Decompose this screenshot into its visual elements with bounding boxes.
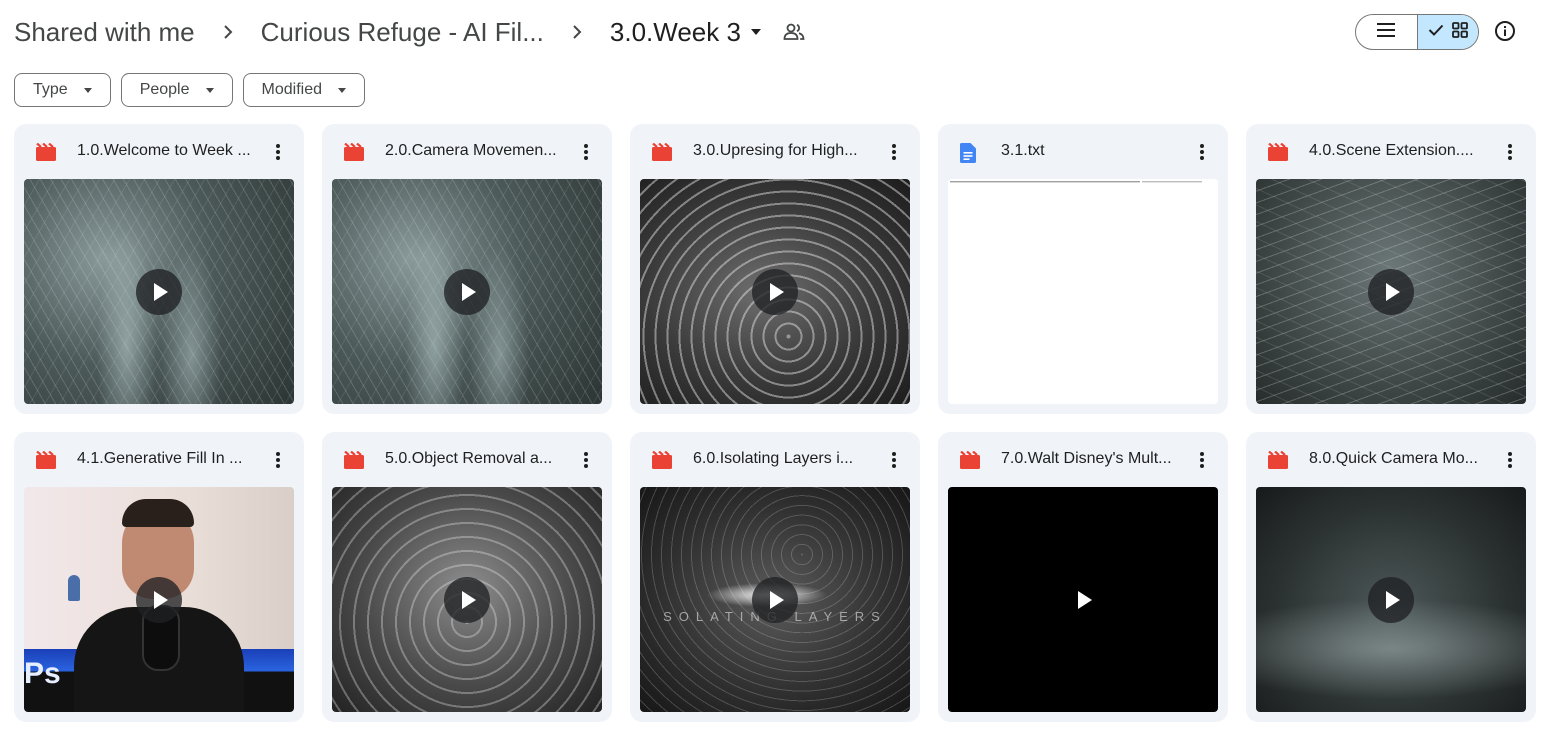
file-name: 7.0.Walt Disney's Mult... [1001, 450, 1172, 467]
video-file-icon [344, 450, 364, 469]
folder-menu-caret-icon[interactable] [750, 29, 761, 35]
video-file-icon [960, 450, 980, 469]
play-icon[interactable] [444, 576, 490, 623]
more-vert-icon[interactable] [266, 448, 290, 472]
filter-people-chip[interactable]: People [120, 73, 233, 107]
list-view-button[interactable] [1356, 15, 1417, 49]
file-card[interactable]: 3.1.txt [938, 124, 1228, 414]
grid-view-icon [1451, 21, 1468, 43]
file-card[interactable]: 5.0.Object Removal a... [322, 432, 612, 722]
more-vert-icon[interactable] [266, 140, 290, 164]
check-icon [1428, 23, 1444, 41]
filter-type-label: Type [33, 81, 68, 98]
document-text-lines [950, 181, 1202, 183]
more-vert-icon[interactable] [1498, 140, 1522, 164]
file-card[interactable]: 6.0.Isolating Layers i... SOLATING LAYER… [630, 432, 920, 722]
video-file-icon [1268, 142, 1288, 161]
more-vert-icon[interactable] [574, 140, 598, 164]
file-card[interactable]: 7.0.Walt Disney's Mult... [938, 432, 1228, 722]
shared-people-icon[interactable] [783, 22, 805, 42]
file-name: 4.0.Scene Extension.... [1309, 142, 1474, 159]
video-thumbnail[interactable] [332, 487, 602, 712]
play-icon[interactable] [1368, 576, 1414, 623]
info-icon[interactable] [1493, 19, 1517, 43]
video-file-icon [36, 450, 56, 469]
video-thumbnail[interactable]: SOLATING LAYERS [640, 487, 910, 712]
video-file-icon [344, 142, 364, 161]
person-hair [122, 499, 194, 527]
file-name: 3.1.txt [1001, 142, 1045, 159]
file-name: 8.0.Quick Camera Mo... [1309, 450, 1478, 467]
view-toggle [1355, 14, 1479, 50]
file-name: 4.1.Generative Fill In ... [77, 450, 243, 467]
play-icon[interactable] [1368, 268, 1414, 315]
play-icon[interactable] [752, 268, 798, 315]
grid-view-button[interactable] [1416, 15, 1478, 49]
chevron-right-icon [570, 25, 584, 39]
filter-modified-chip[interactable]: Modified [242, 73, 365, 107]
file-card[interactable]: 3.0.Upresing for High... [630, 124, 920, 414]
file-name: 3.0.Upresing for High... [693, 142, 858, 159]
filter-modified-label: Modified [261, 81, 322, 98]
file-name: 1.0.Welcome to Week ... [77, 142, 251, 159]
filter-people-label: People [139, 81, 190, 98]
play-icon[interactable] [136, 268, 182, 315]
file-card[interactable]: 4.0.Scene Extension.... [1246, 124, 1536, 414]
list-view-icon [1377, 22, 1396, 42]
file-name: 5.0.Object Removal a... [385, 450, 553, 467]
more-vert-icon[interactable] [574, 448, 598, 472]
video-thumbnail[interactable] [1256, 179, 1526, 404]
video-file-icon [1268, 450, 1288, 469]
file-name: 2.0.Camera Movemen... [385, 142, 557, 159]
filter-type-chip[interactable]: Type [14, 73, 111, 107]
play-icon[interactable] [1060, 577, 1106, 623]
video-thumbnail[interactable]: Ps [24, 487, 294, 712]
file-card[interactable]: 4.1.Generative Fill In ... Ps [14, 432, 304, 722]
file-card[interactable]: 8.0.Quick Camera Mo... [1246, 432, 1536, 722]
breadcrumb-shared-with-me[interactable]: Shared with me [14, 17, 195, 48]
file-grid: 1.0.Welcome to Week ... 2.0.Camera Movem… [14, 124, 1536, 722]
video-file-icon [652, 142, 672, 161]
chevron-right-icon [221, 25, 235, 39]
photoshop-logo: Ps [24, 657, 61, 690]
document-file-icon [960, 143, 980, 163]
file-name: 6.0.Isolating Layers i... [693, 450, 854, 467]
video-file-icon [36, 142, 56, 161]
video-thumbnail[interactable] [332, 179, 602, 404]
breadcrumb: Shared with me Curious Refuge - AI Fil..… [14, 12, 805, 52]
play-icon[interactable] [136, 576, 182, 623]
filter-chips: Type People Modified [14, 73, 365, 107]
file-card[interactable]: 2.0.Camera Movemen... [322, 124, 612, 414]
more-vert-icon[interactable] [882, 140, 906, 164]
video-file-icon [652, 450, 672, 469]
figurine [68, 575, 80, 601]
play-icon[interactable] [444, 268, 490, 315]
more-vert-icon[interactable] [882, 448, 906, 472]
video-thumbnail[interactable] [24, 179, 294, 404]
more-vert-icon[interactable] [1498, 448, 1522, 472]
play-icon[interactable] [752, 576, 798, 623]
video-thumbnail[interactable] [948, 487, 1218, 712]
breadcrumb-parent-folder[interactable]: Curious Refuge - AI Fil... [261, 17, 544, 48]
more-vert-icon[interactable] [1190, 448, 1214, 472]
chevron-down-icon [83, 87, 92, 93]
document-thumbnail[interactable] [948, 179, 1218, 404]
breadcrumb-current-folder[interactable]: 3.0.Week 3 [610, 17, 741, 48]
video-thumbnail[interactable] [1256, 487, 1526, 712]
chevron-down-icon [205, 87, 214, 93]
chevron-down-icon [338, 87, 346, 93]
more-vert-icon[interactable] [1190, 140, 1214, 164]
file-card[interactable]: 1.0.Welcome to Week ... [14, 124, 304, 414]
video-thumbnail[interactable] [640, 179, 910, 404]
